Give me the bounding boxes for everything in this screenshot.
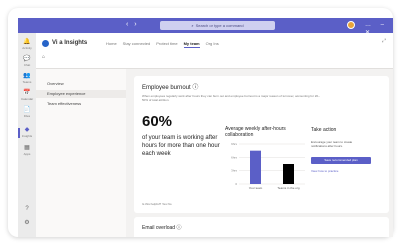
home-icon[interactable]: ⌂ [42, 54, 45, 60]
big-stat: 60% [142, 113, 173, 130]
rail-label: Insights [21, 134, 33, 138]
title-bar: ‹ › ⌕ Search or type a command … – ✕ [18, 18, 393, 36]
y-tick-label: 3hrs [231, 169, 237, 173]
app-rail: 🔔 Activity 💬 Chat 👥 Teams 📅 Calendar 📄 F… [18, 33, 36, 237]
rail-label: Calendar [21, 97, 34, 101]
take-action-description: Encourage your team to create notificati… [311, 140, 353, 148]
after-hours-chart: 9hrs 6hrs 3hrs 0 Your team Teams in the org [231, 142, 305, 190]
rail-item-teams[interactable]: 👥 Teams [21, 72, 33, 86]
expand-icon[interactable]: ⤢ [382, 38, 386, 44]
tab-stay-connected[interactable]: Stay connected [123, 41, 151, 48]
apps-icon: ⚙ [24, 220, 30, 226]
viva-logo-icon [42, 40, 49, 47]
app-tabs: Home Stay connected Protect time My team… [106, 41, 219, 48]
rail-item-files[interactable]: 📄 Files [21, 106, 33, 120]
search-placeholder: Search or type a command [195, 23, 244, 28]
view-practice-link[interactable]: View how to practice [311, 169, 338, 173]
card-title: Employee burnout ⓘ [142, 85, 199, 91]
rail-item-chat[interactable]: 💬 Chat [21, 55, 33, 69]
rail-label: Chat [23, 63, 31, 67]
feedback-prompt[interactable]: Is this helpful? Yes No [142, 202, 172, 206]
card-description: When employees regularly work after hour… [142, 94, 320, 102]
rail-label: Activity [22, 46, 32, 50]
stat-description: of your team is working after hours for … [142, 135, 220, 157]
rail-item-help[interactable]: ? [21, 205, 33, 219]
email-overload-card: Email overload ⓘ [134, 217, 389, 237]
main-content: Employee burnout ⓘ When employees regula… [126, 69, 393, 237]
app-icon: ◆ [24, 127, 30, 133]
x-tick-label: Teams in the org [277, 186, 300, 190]
y-tick-label: 9hrs [231, 142, 237, 146]
x-tick-label: Your team [249, 186, 263, 190]
chart-title: Average weekly after-hours collaboration [225, 126, 286, 138]
y-tick-label: 6hrs [231, 155, 237, 159]
chart-bar [250, 150, 261, 184]
rail-item-insights[interactable]: ◆ Insights [21, 126, 33, 140]
avatar[interactable] [347, 21, 355, 29]
employee-burnout-card: Employee burnout ⓘ When employees regula… [134, 76, 389, 213]
tab-my-team[interactable]: My team [183, 41, 200, 48]
take-action-title: Take action [311, 127, 337, 133]
search-icon: ⌕ [191, 23, 194, 28]
more-icon: ▦ [24, 145, 30, 151]
rail-item-apps[interactable]: ▦ Apps [21, 144, 33, 158]
rail-label: Apps [23, 152, 31, 156]
app-header: Vi a Insights Home Stay connected Protec… [36, 33, 393, 69]
calendar-icon: 📅 [23, 90, 31, 96]
y-tick-label: 0 [235, 182, 237, 186]
app-name: Vi a Insights [52, 40, 88, 46]
tab-home[interactable]: Home [106, 41, 117, 48]
back-forward-nav[interactable]: ‹ › [126, 21, 139, 29]
rail-item-calendar[interactable]: 📅 Calendar [21, 89, 33, 103]
subnav-item-employee-experience[interactable]: Employee experience [36, 90, 126, 98]
rail-label: Files [23, 114, 31, 118]
subnav-item-overview[interactable]: Overview [36, 80, 126, 88]
files-icon: 📄 [23, 107, 31, 113]
tab-protect-time[interactable]: Protect time [156, 41, 177, 48]
search-box[interactable]: ⌕ Search or type a command [160, 21, 275, 30]
tab-org-insights[interactable]: Org Ins [206, 41, 219, 48]
rail-label: Teams [22, 80, 32, 84]
activity-icon: 🔔 [23, 39, 31, 45]
chat-icon: 💬 [23, 56, 31, 62]
help-icon: ? [25, 206, 29, 212]
teams-window: ‹ › ⌕ Search or type a command … – ✕ 🔔 A… [18, 18, 393, 237]
rail-item-activity[interactable]: 🔔 Activity [21, 38, 33, 52]
rail-item-settings[interactable]: ⚙ [21, 219, 33, 233]
rail-active-indicator [18, 128, 20, 138]
save-plan-button[interactable]: Save recommended plan [311, 157, 371, 164]
card-title: Email overload ⓘ [142, 225, 182, 231]
subnav: Overview Employee experience Team effect… [36, 69, 126, 237]
chart-bar [283, 164, 294, 184]
subnav-item-team-effectiveness[interactable]: Team effectiveness [36, 100, 126, 108]
teams-icon: 👥 [23, 73, 31, 79]
